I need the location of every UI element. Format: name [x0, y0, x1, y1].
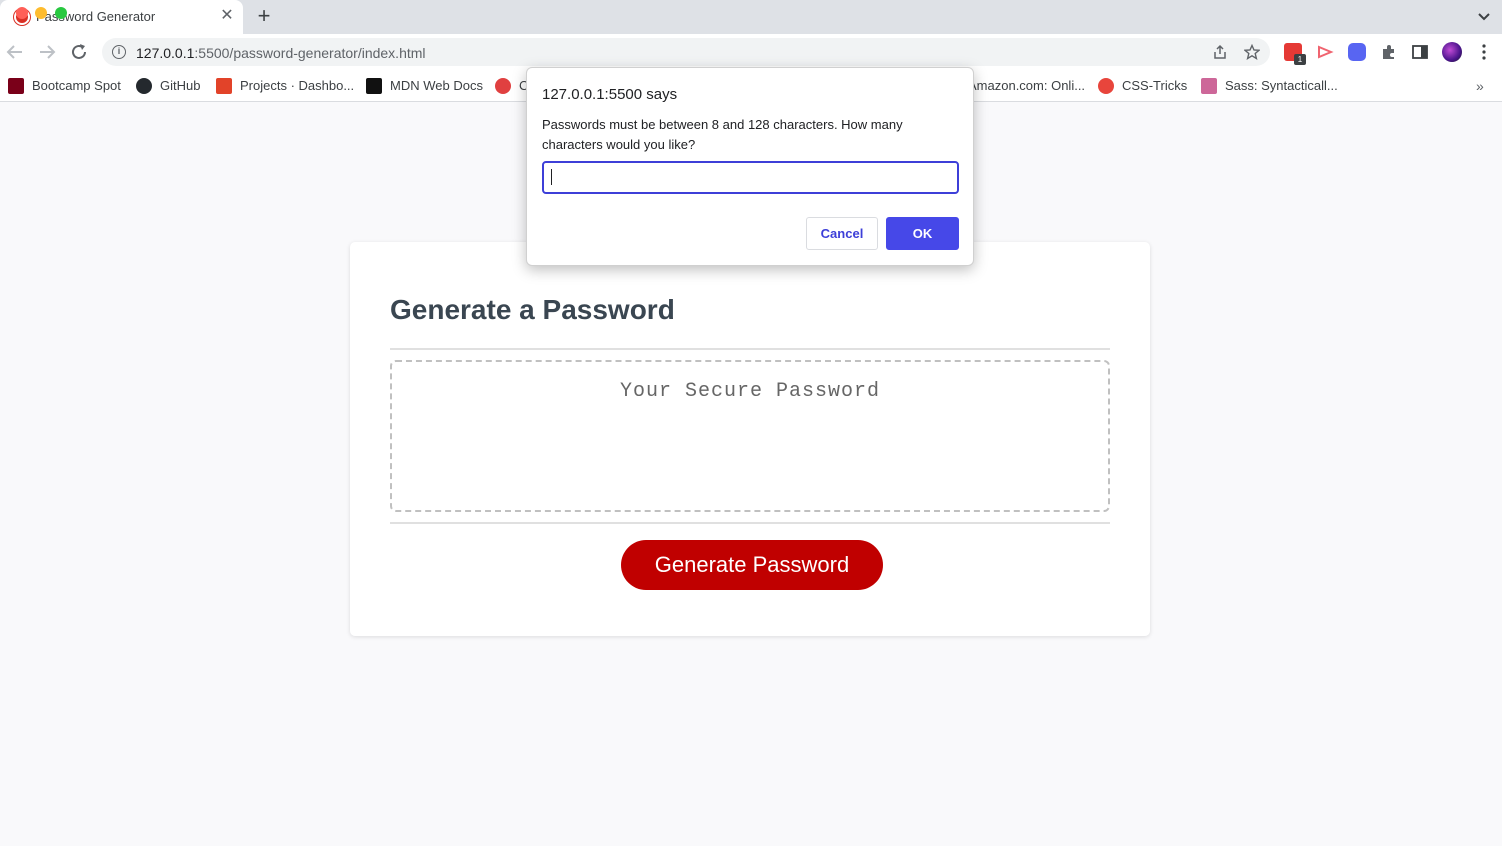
bookmarks-overflow-icon[interactable]: » — [1476, 78, 1484, 94]
generate-password-button[interactable]: Generate Password — [621, 540, 883, 590]
bookmark-amazon[interactable]: Amazon.com: Onli... — [968, 78, 1085, 94]
bookmark-mdn[interactable]: MDN Web Docs — [366, 78, 483, 94]
browser-toolbar: i 127.0.0.1:5500/password-generator/inde… — [0, 34, 1502, 70]
sass-icon — [1201, 78, 1217, 94]
browser-menu-icon[interactable] — [1476, 43, 1492, 61]
extension-badge: 1 — [1294, 54, 1306, 65]
character-count-input[interactable] — [542, 161, 959, 194]
divider-top — [390, 348, 1110, 350]
forward-arrow-icon[interactable] — [36, 41, 58, 63]
tab-strip: Password Generator ✕ + — [0, 0, 1502, 34]
mdn-icon — [366, 78, 382, 94]
profile-avatar[interactable] — [1442, 42, 1462, 62]
password-card: Generate a Password Generate Password — [350, 242, 1150, 636]
divider-bottom — [390, 522, 1110, 524]
ok-button[interactable]: OK — [886, 217, 959, 250]
bookmark-bootcamp-spot[interactable]: Bootcamp Spot — [8, 78, 121, 94]
tab-title: Password Generator — [36, 9, 156, 24]
github-icon — [136, 78, 152, 94]
window-close-button[interactable] — [16, 7, 28, 19]
bookmark-github[interactable]: GitHub — [136, 78, 200, 94]
new-tab-button[interactable]: + — [254, 4, 274, 28]
window-maximize-button[interactable] — [55, 7, 67, 19]
reload-icon[interactable] — [68, 41, 90, 63]
text-caret — [551, 169, 552, 185]
dialog-title: 127.0.0.1:5500 says — [542, 86, 678, 103]
window-minimize-button[interactable] — [35, 7, 47, 19]
tab-close-icon[interactable]: ✕ — [218, 6, 236, 26]
site-info-icon[interactable]: i — [112, 45, 126, 59]
url-text: 127.0.0.1:5500/password-generator/index.… — [136, 45, 426, 61]
back-arrow-icon[interactable] — [4, 41, 26, 63]
extension-arrow-icon[interactable] — [1316, 43, 1334, 61]
bookmark-sass[interactable]: Sass: Syntacticall... — [1201, 78, 1338, 94]
cancel-button[interactable]: Cancel — [806, 217, 878, 250]
css-tricks-icon — [1098, 78, 1114, 94]
extensions-puzzle-icon[interactable] — [1380, 43, 1398, 61]
bootcamp-icon — [8, 78, 24, 94]
tab-search-chevron-icon[interactable] — [1474, 6, 1494, 26]
prompt-dialog: 127.0.0.1:5500 says Passwords must be be… — [526, 67, 974, 266]
page-title: Generate a Password — [390, 294, 675, 325]
address-bar[interactable]: i 127.0.0.1:5500/password-generator/inde… — [102, 38, 1270, 66]
zoom-extension-icon[interactable] — [1348, 43, 1366, 61]
password-output[interactable] — [390, 360, 1110, 512]
gitlab-icon — [216, 78, 232, 94]
bookmark-codepen[interactable]: C — [495, 78, 528, 94]
bookmark-gitlab-projects[interactable]: Projects · Dashbo... — [216, 78, 354, 94]
bookmark-css-tricks[interactable]: CSS-Tricks — [1098, 78, 1187, 94]
dialog-message: Passwords must be between 8 and 128 char… — [542, 117, 903, 152]
codepen-icon — [495, 78, 511, 94]
bookmark-star-icon[interactable] — [1244, 44, 1260, 60]
side-panel-icon[interactable] — [1411, 43, 1429, 61]
share-icon[interactable] — [1212, 44, 1228, 60]
